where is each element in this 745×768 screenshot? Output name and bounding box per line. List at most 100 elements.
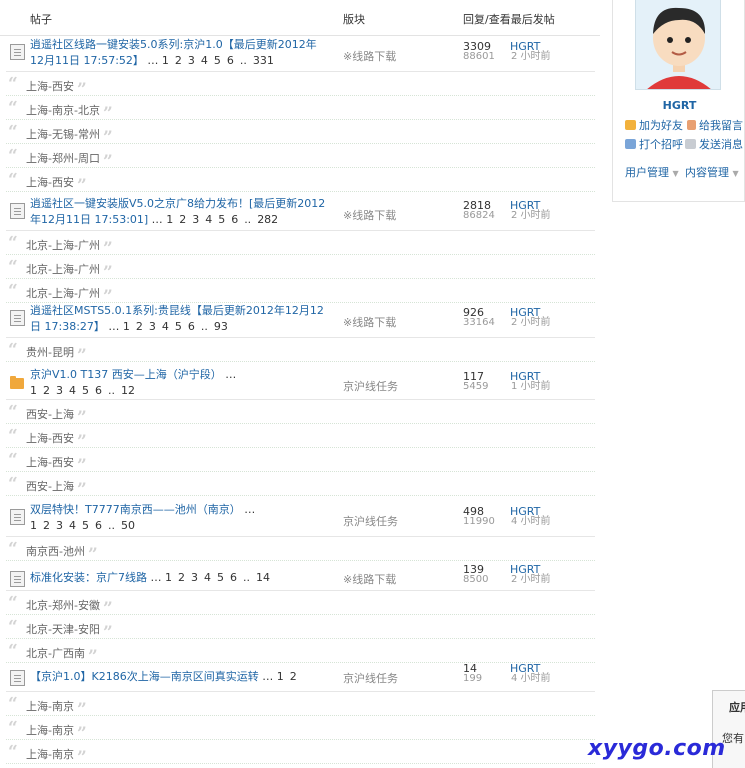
site-watermark: xyygo.com	[588, 736, 726, 761]
page-link[interactable]: 2	[175, 54, 182, 67]
document-icon	[10, 203, 25, 219]
page-link[interactable]: 5	[217, 571, 224, 584]
route-quote-row: “上海-西安”	[6, 168, 595, 196]
avatar[interactable]	[635, 0, 721, 90]
open-quote-icon: “	[8, 742, 18, 762]
page-link[interactable]: 4	[69, 519, 76, 532]
page-link[interactable]: 2	[179, 213, 186, 226]
leave-message-link[interactable]: 给我留言	[687, 117, 743, 133]
page-link[interactable]: 4	[201, 54, 208, 67]
page-link[interactable]: 282	[257, 213, 278, 226]
route-quote-text: 上海-西安”	[26, 174, 87, 196]
view-count: 86824	[463, 210, 495, 221]
page-link[interactable]: 5	[82, 384, 89, 397]
send-message-link[interactable]: 发送消息	[685, 136, 743, 152]
thread-title-block: 逍遥社区MSTS5.0.1系列:贵昆线【最后更新2012年12月12日 17:3…	[30, 303, 330, 335]
greet-link[interactable]: 打个招呼	[625, 136, 683, 152]
page-link[interactable]: 3	[191, 571, 198, 584]
thread-counts: 14 199	[463, 663, 482, 684]
page-link[interactable]: 1	[277, 670, 284, 683]
thread-title-link[interactable]: 标准化安装：京广7线路	[30, 571, 147, 584]
user-manage-menu[interactable]: 用户管理 ▼	[625, 164, 679, 180]
page-link[interactable]: 12	[121, 384, 135, 397]
page-link[interactable]: 93	[214, 320, 228, 333]
page-link[interactable]: 6	[231, 213, 238, 226]
pagination: … 1 2 3 4 5 6.. 14	[147, 571, 270, 584]
route-quote-text: 上海-南京”	[26, 746, 87, 768]
document-icon	[10, 509, 25, 525]
page-link[interactable]: 2	[43, 519, 50, 532]
thread-forum[interactable]: 京沪线任务	[343, 670, 398, 686]
page-link[interactable]: 4	[162, 320, 169, 333]
thread-forum[interactable]: 京沪线任务	[343, 513, 398, 529]
page-link[interactable]: 5	[175, 320, 182, 333]
page-link[interactable]: 2	[178, 571, 185, 584]
thread-forum[interactable]: ※线路下载	[343, 48, 396, 64]
page-link: ..	[244, 213, 252, 226]
page-link[interactable]: 3	[56, 384, 63, 397]
document-icon	[10, 310, 25, 326]
page-link[interactable]: 331	[253, 54, 274, 67]
profile-username[interactable]: HGRT	[613, 99, 745, 112]
page-link[interactable]: 1	[166, 213, 173, 226]
add-friend-link[interactable]: 加为好友	[625, 117, 683, 133]
route-quote-row: “ 南京西-池州”	[6, 537, 595, 565]
view-count: 88601	[463, 51, 495, 62]
page-link[interactable]: 1	[162, 54, 169, 67]
page-link[interactable]: 6	[230, 571, 237, 584]
thread-counts: 117 5459	[463, 371, 488, 392]
page-link[interactable]: 6	[95, 384, 102, 397]
page-link[interactable]: 5	[82, 519, 89, 532]
page-link[interactable]: 5	[214, 54, 221, 67]
view-count: 33164	[463, 317, 495, 328]
page-link[interactable]: 3	[188, 54, 195, 67]
route-quote-row: “ 西安-上海”	[6, 472, 595, 500]
thread-counts: 926 33164	[463, 307, 495, 328]
page-link[interactable]: 14	[256, 571, 270, 584]
page-link[interactable]: 1	[123, 320, 130, 333]
page-link[interactable]: 4	[205, 213, 212, 226]
route-quote-row: “上海-西安”	[6, 424, 595, 452]
pagination: … 12	[258, 670, 297, 683]
page-link[interactable]: 3	[192, 213, 199, 226]
last-post: HGRT 2 小时前	[510, 307, 551, 328]
thread-forum[interactable]: ※线路下载	[343, 314, 396, 330]
page-link[interactable]: 4	[69, 384, 76, 397]
route-name: 上海-西安	[26, 80, 74, 93]
open-quote-icon: “	[8, 233, 18, 253]
page-link[interactable]: 2	[43, 384, 50, 397]
route-quote-row: “上海-郑州-周口”	[6, 144, 595, 172]
page-link[interactable]: 6	[227, 54, 234, 67]
page-link[interactable]: 3	[56, 519, 63, 532]
page-link[interactable]: 1	[165, 571, 172, 584]
thread-forum[interactable]: 京沪线任务	[343, 378, 398, 394]
last-post: HGRT 2 小时前	[510, 41, 551, 62]
page-link[interactable]: 50	[121, 519, 135, 532]
thread-title-link[interactable]: 京沪V1.0 T137 西安—上海（沪宁段）	[30, 368, 222, 381]
thread-row: 逍遥社区一键安装版V5.0之京广8给力发布！[最后更新2012年12月11日 1…	[6, 195, 595, 231]
page-link[interactable]: 5	[218, 213, 225, 226]
page-link[interactable]: 4	[204, 571, 211, 584]
last-post-time: 4 小时前	[511, 673, 551, 684]
page-link[interactable]: 3	[149, 320, 156, 333]
page-link[interactable]: 2	[136, 320, 143, 333]
page-link[interactable]: 6	[95, 519, 102, 532]
thread-title-link[interactable]: 双层特快！T7777南京西——池州（南京）	[30, 503, 241, 516]
page-link[interactable]: 2	[290, 670, 297, 683]
page-link[interactable]: 1	[30, 519, 37, 532]
content-manage-menu[interactable]: 内容管理 ▼	[685, 164, 739, 180]
open-quote-icon: “	[8, 281, 18, 301]
route-name: 西安-上海	[26, 480, 74, 493]
page-link[interactable]: 1	[30, 384, 37, 397]
chevron-down-icon: ▼	[672, 169, 679, 178]
thread-title-link[interactable]: 【京沪1.0】K2186次上海—南京区间真实运转	[30, 670, 259, 683]
open-quote-icon: “	[8, 402, 18, 422]
page-link[interactable]: 6	[188, 320, 195, 333]
document-icon	[10, 571, 25, 587]
last-post: HGRT 1 小时前	[510, 371, 551, 392]
thread-forum[interactable]: ※线路下载	[343, 571, 396, 587]
thread-forum[interactable]: ※线路下载	[343, 207, 396, 223]
open-quote-icon: “	[8, 539, 18, 559]
pagination: … 1 2 3 4 5 6.. 93	[104, 320, 228, 333]
route-quote-row: “上海-南京”	[6, 692, 595, 720]
